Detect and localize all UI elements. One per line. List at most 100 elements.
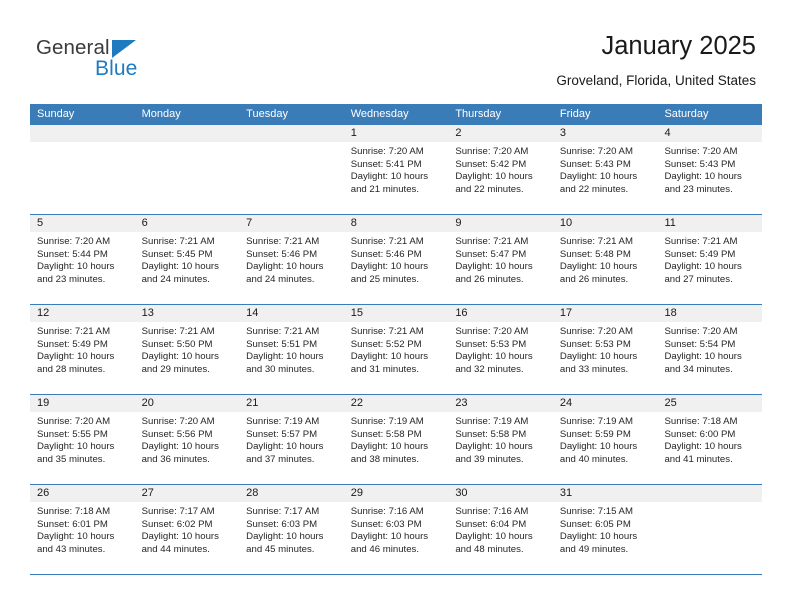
day-detail-line: Sunset: 6:05 PM <box>559 518 631 530</box>
day-cell[interactable]: Sunrise: 7:19 AM Sunset: 5:58 PM Daylight:… <box>344 412 449 484</box>
day-number[interactable]: 30 <box>448 485 553 502</box>
day-number[interactable]: 24 <box>553 395 658 412</box>
week-date-band: 5 6 7 8 9 10 11 <box>30 215 762 232</box>
day-cell[interactable]: Sunrise: 7:20 AM Sunset: 5:54 PM Daylight:… <box>657 322 762 394</box>
calendar-week-row: 1 2 3 4 Sunrise: 7:20 AM Sunset: 5:41 PM Dayli… <box>30 125 762 215</box>
day-cell[interactable]: Sunrise: 7:20 AM Sunset: 5:53 PM Daylight:… <box>448 322 553 394</box>
day-cell[interactable]: Sunrise: 7:19 AM Sunset: 5:57 PM Daylight:… <box>239 412 344 484</box>
day-number[interactable]: 25 <box>657 395 762 412</box>
day-number[interactable]: 7 <box>239 215 344 232</box>
day-number[interactable]: 5 <box>30 215 135 232</box>
day-detail-line: Sunset: 5:55 PM <box>37 428 108 440</box>
day-number[interactable]: 17 <box>553 305 658 322</box>
weekday-header-tuesday: Tuesday <box>246 108 288 120</box>
day-number[interactable]: 11 <box>657 215 762 232</box>
day-cell[interactable]: Sunrise: 7:21 AM Sunset: 5:52 PM Daylight:… <box>344 322 449 394</box>
day-cell[interactable]: Sunrise: 7:20 AM Sunset: 5:43 PM Daylight:… <box>553 142 658 214</box>
day-detail-line: Daylight: 10 hours <box>350 441 429 453</box>
day-cell[interactable]: Sunrise: 7:20 AM Sunset: 5:56 PM Daylight:… <box>135 412 240 484</box>
day-number[interactable]: 21 <box>239 395 344 412</box>
day-cell[interactable]: Sunrise: 7:21 AM Sunset: 5:49 PM Daylight:… <box>657 232 762 304</box>
day-number[interactable]: 2 <box>448 125 553 142</box>
day-detail-line: Daylight: 10 hours <box>37 351 115 363</box>
day-detail-line: Daylight: 10 hours <box>246 351 324 363</box>
day-number[interactable]: 14 <box>239 305 344 322</box>
day-number[interactable]: 18 <box>657 305 762 322</box>
day-detail-line: Sunset: 5:53 PM <box>559 338 631 350</box>
day-number[interactable]: 1 <box>344 125 449 142</box>
day-number[interactable]: 3 <box>553 125 658 142</box>
day-detail-line: and 21 minutes. <box>350 183 420 195</box>
week-body-band: Sunrise: 7:20 AM Sunset: 5:55 PM Daylight:… <box>30 412 762 484</box>
page-subtitle-location: Groveland, Florida, United States <box>556 73 756 88</box>
day-cell[interactable]: Sunrise: 7:19 AM Sunset: 5:58 PM Daylight:… <box>448 412 553 484</box>
day-detail-line: Sunset: 5:49 PM <box>37 338 108 350</box>
day-cell[interactable]: Sunrise: 7:21 AM Sunset: 5:46 PM Daylight:… <box>239 232 344 304</box>
day-cell[interactable]: Sunrise: 7:16 AM Sunset: 6:03 PM Daylight:… <box>344 502 449 574</box>
day-cell[interactable]: Sunrise: 7:21 AM Sunset: 5:51 PM Daylight:… <box>239 322 344 394</box>
day-cell[interactable]: Sunrise: 7:18 AM Sunset: 6:00 PM Daylight:… <box>657 412 762 484</box>
day-number[interactable]: 8 <box>344 215 449 232</box>
page-header: General Blue January 2025 Groveland, Flo… <box>0 0 792 100</box>
day-cell[interactable]: Sunrise: 7:20 AM Sunset: 5:43 PM Daylight:… <box>657 142 762 214</box>
day-cell[interactable]: Sunrise: 7:21 AM Sunset: 5:45 PM Daylight:… <box>135 232 240 304</box>
day-number[interactable]: 15 <box>344 305 449 322</box>
day-detail-line: and 40 minutes. <box>559 453 629 465</box>
day-number[interactable]: 16 <box>448 305 553 322</box>
day-number[interactable]: 10 <box>553 215 658 232</box>
day-cell[interactable]: Sunrise: 7:20 AM Sunset: 5:55 PM Daylight:… <box>30 412 135 484</box>
day-detail-line: Sunrise: 7:16 AM <box>455 506 529 517</box>
day-detail-line: Daylight: 10 hours <box>246 261 324 273</box>
day-number[interactable]: 9 <box>448 215 553 232</box>
day-cell[interactable]: Sunrise: 7:16 AM Sunset: 6:04 PM Daylight:… <box>448 502 553 574</box>
day-detail-line: and 45 minutes. <box>246 543 315 555</box>
day-cell[interactable]: Sunrise: 7:17 AM Sunset: 6:03 PM Daylight:… <box>239 502 344 574</box>
day-cell[interactable]: Sunrise: 7:17 AM Sunset: 6:02 PM Daylight:… <box>135 502 240 574</box>
day-number[interactable]: 27 <box>135 485 240 502</box>
general-blue-logo[interactable]: General Blue <box>36 36 176 82</box>
day-cell[interactable]: Sunrise: 7:20 AM Sunset: 5:41 PM Daylight:… <box>344 142 449 214</box>
day-cell-empty <box>239 142 344 214</box>
day-detail-line: and 27 minutes. <box>664 273 733 285</box>
day-cell[interactable]: Sunrise: 7:21 AM Sunset: 5:50 PM Daylight:… <box>135 322 240 394</box>
day-cell[interactable]: Sunrise: 7:19 AM Sunset: 5:59 PM Daylight:… <box>553 412 658 484</box>
day-cell[interactable]: Sunrise: 7:21 AM Sunset: 5:46 PM Daylight:… <box>344 232 449 304</box>
day-number[interactable]: 31 <box>553 485 658 502</box>
day-number[interactable]: 6 <box>135 215 240 232</box>
day-detail-line: Sunset: 5:49 PM <box>664 248 736 260</box>
calendar-week-row: 19 20 21 22 23 24 25 Sunrise: 7:20 AM Sunset: 5:… <box>30 395 762 485</box>
day-detail-line: Sunrise: 7:21 AM <box>246 236 320 247</box>
day-number[interactable]: 4 <box>657 125 762 142</box>
day-number[interactable]: 22 <box>344 395 449 412</box>
day-detail-line: Sunset: 5:48 PM <box>559 248 631 260</box>
day-cell[interactable]: Sunrise: 7:21 AM Sunset: 5:47 PM Daylight:… <box>448 232 553 304</box>
day-detail-line: and 25 minutes. <box>350 273 420 285</box>
day-detail-line: Daylight: 10 hours <box>350 351 429 363</box>
day-number[interactable]: 20 <box>135 395 240 412</box>
day-number[interactable]: 26 <box>30 485 135 502</box>
weekday-header-saturday: Saturday <box>664 108 709 120</box>
day-detail-line: Sunset: 5:52 PM <box>350 338 422 350</box>
day-cell[interactable]: Sunrise: 7:21 AM Sunset: 5:48 PM Daylight:… <box>553 232 658 304</box>
day-number[interactable]: 29 <box>344 485 449 502</box>
day-number[interactable]: 19 <box>30 395 135 412</box>
day-cell[interactable]: Sunrise: 7:21 AM Sunset: 5:49 PM Daylight:… <box>30 322 135 394</box>
day-detail-line: Sunrise: 7:20 AM <box>141 416 215 427</box>
day-detail-line: Sunrise: 7:20 AM <box>37 416 111 427</box>
day-detail-line: Sunset: 5:56 PM <box>141 428 213 440</box>
day-cell[interactable]: Sunrise: 7:20 AM Sunset: 5:44 PM Daylight:… <box>30 232 135 304</box>
day-cell[interactable]: Sunrise: 7:20 AM Sunset: 5:53 PM Daylight:… <box>553 322 658 394</box>
day-detail-line: Sunset: 5:44 PM <box>37 248 108 260</box>
day-number[interactable]: 13 <box>135 305 240 322</box>
day-number[interactable]: 12 <box>30 305 135 322</box>
day-number[interactable]: 23 <box>448 395 553 412</box>
day-detail-line: Sunrise: 7:20 AM <box>455 326 529 337</box>
day-detail-line: and 22 minutes. <box>559 183 629 195</box>
day-cell[interactable]: Sunrise: 7:18 AM Sunset: 6:01 PM Daylight:… <box>30 502 135 574</box>
day-detail-line: Sunset: 5:58 PM <box>350 428 422 440</box>
day-number[interactable]: 28 <box>239 485 344 502</box>
day-cell[interactable]: Sunrise: 7:15 AM Sunset: 6:05 PM Daylight:… <box>553 502 658 574</box>
calendar-week-row: 26 27 28 29 30 31 Sunrise: 7:18 AM Sunset: 6:01… <box>30 485 762 575</box>
day-cell[interactable]: Sunrise: 7:20 AM Sunset: 5:42 PM Daylight:… <box>448 142 553 214</box>
day-detail-line: Daylight: 10 hours <box>559 441 638 453</box>
